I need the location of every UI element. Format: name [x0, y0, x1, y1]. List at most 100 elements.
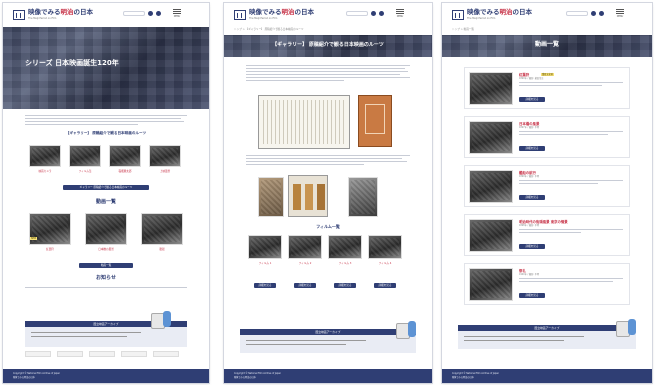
video-detail-button[interactable]: 詳細を見る — [519, 293, 545, 298]
video-thumb — [469, 219, 513, 252]
site-subtitle: The Meiji Period on Film — [28, 16, 57, 20]
partner-logo-5[interactable] — [153, 351, 179, 357]
search-input[interactable] — [566, 11, 588, 16]
mascot-illustration — [396, 321, 416, 339]
video-card-1[interactable]: 紅葉狩 重要文化財 1899年 / 撮影: 柴田常吉 詳細を見る — [464, 67, 630, 109]
gallery-thumb-1[interactable] — [29, 145, 61, 167]
film-detail-button-2[interactable]: 詳細を見る — [294, 283, 316, 288]
partner-logo-4[interactable] — [121, 351, 147, 357]
video-card-2[interactable]: 日本橋の風景 1897年 / 撮影: 不明 詳細を見る — [464, 116, 630, 158]
pr-box-title: 国立映画アーカイブ — [458, 325, 636, 331]
partner-logos — [25, 351, 179, 357]
film-detail-button-3[interactable]: 詳細を見る — [334, 283, 356, 288]
header-tools — [123, 11, 161, 16]
breadcrumb[interactable]: トップ > 【ギャラリー】 原稿紹介で観る日本映画のルーツ — [234, 28, 303, 31]
menu-button[interactable]: MENU — [396, 9, 404, 19]
video-caption-1: 紅葉狩 — [46, 248, 54, 251]
site-footer: Copyright © National Film Archive of Jap… — [224, 369, 432, 383]
hero-title: シリーズ 日本映画誕生120年 — [25, 59, 119, 67]
film-thumb-4[interactable] — [368, 235, 402, 259]
menu-button[interactable]: MENU — [173, 9, 181, 19]
news-item[interactable] — [25, 287, 187, 288]
gallery-thumb-4[interactable] — [149, 145, 181, 167]
twitter-icon[interactable] — [599, 11, 604, 16]
video-list-button[interactable]: 動画一覧 — [79, 263, 133, 268]
video-detail-button[interactable]: 詳細を見る — [519, 146, 545, 151]
facebook-icon[interactable] — [591, 11, 596, 16]
film-detail-button-1[interactable]: 詳細を見る — [254, 283, 276, 288]
video-detail-button[interactable]: 詳細を見る — [519, 244, 545, 249]
video-meta: 1900年 / 撮影: 不明 — [519, 273, 540, 276]
partner-logo-2[interactable] — [57, 351, 83, 357]
facebook-icon[interactable] — [371, 11, 376, 16]
twitter-icon[interactable] — [379, 11, 384, 16]
photo-projector[interactable] — [348, 177, 378, 217]
site-logo[interactable]: 映像でみる明治の日本 The Meiji Period on Film — [234, 8, 314, 21]
mascot-illustration — [151, 311, 171, 329]
video-caption-2: 日本橋の風景 — [98, 248, 114, 251]
photo-film-box-1[interactable] — [258, 177, 284, 217]
photo-film-box-2[interactable] — [288, 175, 328, 217]
film-thumb-3[interactable] — [328, 235, 362, 259]
document-scan-image[interactable] — [258, 95, 350, 149]
site-title: 映像でみる明治の日本 — [28, 8, 93, 16]
page-banner: 動画一覧 — [442, 35, 652, 57]
site-title: 映像でみる明治の日本 — [467, 8, 532, 16]
page-video-list-screenshot: 映像でみる明治の日本 The Meiji Period on Film MENU… — [442, 3, 652, 383]
article-intro — [246, 65, 410, 81]
gallery-caption-1: 映画カメラ — [38, 170, 52, 173]
pr-box: 国立映画アーカイブ — [240, 329, 416, 353]
site-header: 映像でみる明治の日本 The Meiji Period on Film MENU — [224, 3, 432, 27]
gallery-thumb-2[interactable] — [69, 145, 101, 167]
video-thumb-1[interactable] — [29, 213, 71, 245]
film-thumb-1[interactable] — [248, 235, 282, 259]
video-card-5[interactable]: 祭礼 1900年 / 撮影: 不明 詳細を見る — [464, 263, 630, 305]
video-thumb — [469, 268, 513, 301]
site-subtitle: The Meiji Period on Film — [249, 16, 278, 20]
video-card-3[interactable]: 艦船の航行 1899年 / 撮影: 不明 詳細を見る — [464, 165, 630, 207]
film-caption-1: フィルム 1 — [258, 262, 272, 265]
facebook-icon[interactable] — [148, 11, 153, 16]
twitter-icon[interactable] — [156, 11, 161, 16]
site-footer: Copyright © National Film Archive of Jap… — [442, 369, 652, 383]
partner-logo-3[interactable] — [89, 351, 115, 357]
logo-mark-icon — [234, 9, 246, 20]
video-thumb-2[interactable] — [85, 213, 127, 245]
news-section-title: お知らせ — [96, 275, 116, 281]
video-thumb-3[interactable] — [141, 213, 183, 245]
site-title: 映像でみる明治の日本 — [249, 8, 314, 16]
mascot-illustration — [616, 319, 636, 337]
video-detail-button[interactable]: 詳細を見る — [519, 97, 545, 102]
film-list-title: フィルム一覧 — [316, 224, 340, 229]
video-meta: 1898年 / 撮影: 不明 — [519, 224, 540, 227]
site-logo[interactable]: 映像でみる明治の日本 The Meiji Period on Film — [452, 8, 532, 21]
video-description — [519, 278, 623, 282]
site-subtitle: The Meiji Period on Film — [467, 16, 496, 20]
gallery-more-button[interactable]: ギャラリー 原稿紹介で観る日本映画のルーツ — [63, 185, 149, 190]
gallery-thumb-3[interactable] — [109, 145, 141, 167]
partner-logo-1[interactable] — [25, 351, 51, 357]
video-description — [519, 180, 623, 184]
film-detail-button-4[interactable]: 詳細を見る — [374, 283, 396, 288]
video-description — [519, 131, 623, 135]
hero-banner: シリーズ 日本映画誕生120年 — [3, 27, 209, 109]
video-description — [519, 229, 623, 233]
menu-button[interactable]: MENU — [616, 9, 624, 19]
video-card-4[interactable]: 明治時代の街頭風景 東京の情景 1898年 / 撮影: 不明 詳細を見る — [464, 214, 630, 256]
pr-box: 国立映画アーカイブ — [458, 325, 636, 349]
page-top-screenshot: 映像でみる明治の日本 The Meiji Period on Film MENU… — [3, 3, 209, 383]
site-logo[interactable]: 映像でみる明治の日本 The Meiji Period on Film — [13, 8, 93, 21]
video-meta: 1899年 / 撮影: 不明 — [519, 175, 540, 178]
document-cover-image[interactable] — [358, 95, 392, 147]
breadcrumb[interactable]: トップ > 動画一覧 — [452, 28, 474, 31]
search-input[interactable] — [346, 11, 368, 16]
film-caption-3: フィルム 3 — [338, 262, 352, 265]
gallery-section-title: 【ギャラリー】 原稿紹介で観る日本映画のルーツ — [65, 131, 147, 135]
video-detail-button[interactable]: 詳細を見る — [519, 195, 545, 200]
site-header: 映像でみる明治の日本 The Meiji Period on Film MENU — [442, 3, 652, 27]
page-title: 【ギャラリー】 原稿紹介で観る日本映画のルーツ — [272, 42, 384, 48]
search-input[interactable] — [123, 11, 145, 16]
film-thumb-2[interactable] — [288, 235, 322, 259]
video-caption-3: 艦船 — [159, 248, 165, 251]
site-header: 映像でみる明治の日本 The Meiji Period on Film MENU — [3, 3, 209, 27]
